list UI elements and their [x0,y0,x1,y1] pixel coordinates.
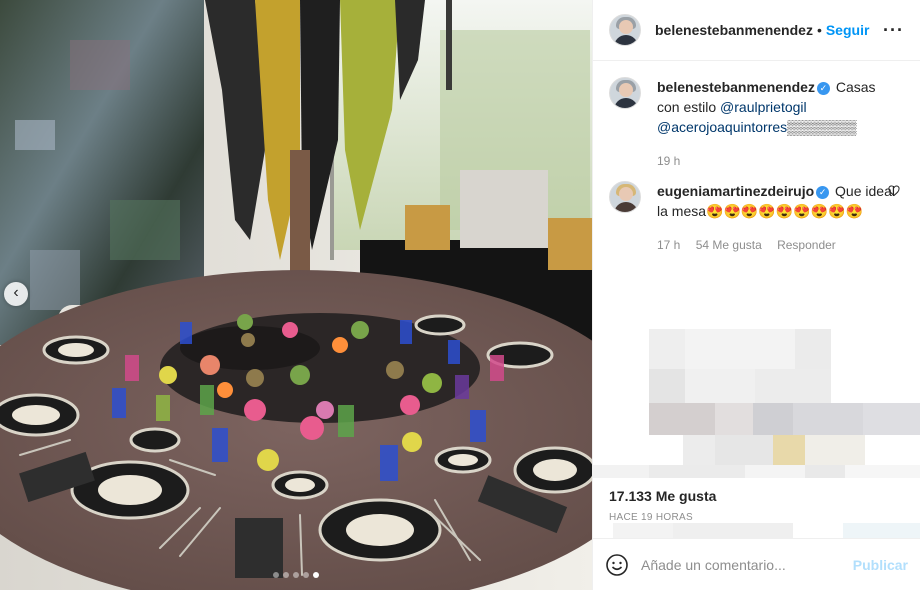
caption-timestamp[interactable]: 19 h [657,154,680,168]
caption-author-avatar[interactable] [609,77,641,109]
comment-meta: 17 h 54 Me gusta Responder [657,235,897,255]
chevron-left-icon: ‹ [13,284,19,301]
caption-mention[interactable]: @acerojoaquintorres [657,119,787,135]
emoji-icon[interactable] [605,553,629,577]
comment-composer: Publicar [593,538,920,590]
caption-author-username[interactable]: belenestebanmenendez [657,79,815,95]
carousel-dot [293,572,299,578]
verified-badge-icon: ✓ [816,186,830,199]
comment-likes[interactable]: 54 Me gusta [696,238,762,252]
post-stats: 17.133 Me gusta HACE 19 HORAS [593,478,920,523]
carousel-dot [283,572,289,578]
commenter-avatar[interactable] [609,181,641,213]
dining-table-photo [0,0,592,590]
carousel-dot [303,572,309,578]
caption: belenestebanmenendez ✓ Casas con estilo @… [609,77,904,171]
comment-item: eugeniamartinezdeirujo ✓ Que ideal la mes… [609,181,904,255]
caption-redacted-text: ▒▒▒▒▒▒▒ [787,119,857,135]
header-separator: • [816,22,822,38]
comment-timestamp[interactable]: 17 h [657,238,680,252]
carousel-dot-active [313,572,319,578]
caption-meta: 19 h [657,151,897,171]
comment-body: eugeniamartinezdeirujo ✓ Que ideal la mes… [657,181,897,255]
post-side-panel: belenestebanmenendez • Seguir ··· belene… [592,0,920,590]
caption-body: belenestebanmenendez ✓ Casas con estilo @… [657,77,897,171]
carousel-prev-button[interactable]: ‹ [4,282,28,306]
carousel-indicator [0,572,592,578]
post-timestamp[interactable]: HACE 19 HORAS [609,512,904,523]
instagram-post: ‹ belenestebanmenendez • Seguir ··· bele… [0,0,920,590]
post-photo[interactable]: ‹ [0,0,592,590]
follow-button[interactable]: Seguir [826,22,870,38]
heart-icon[interactable] [888,185,900,197]
publish-button[interactable]: Publicar [853,557,908,573]
reply-button[interactable]: Responder [777,238,836,252]
like-count[interactable]: 17.133 Me gusta [609,488,904,504]
comment-input[interactable] [641,556,853,573]
author-avatar[interactable] [609,14,641,46]
post-header: belenestebanmenendez • Seguir ··· [593,0,920,61]
carousel-dot [273,572,279,578]
author-username[interactable]: belenestebanmenendez [655,22,813,38]
comment-username[interactable]: eugeniamartinezdeirujo [657,183,814,199]
verified-badge-icon: ✓ [816,82,830,95]
caption-mention[interactable]: @raulprietogil [720,99,807,115]
more-options-icon[interactable]: ··· [883,20,904,41]
